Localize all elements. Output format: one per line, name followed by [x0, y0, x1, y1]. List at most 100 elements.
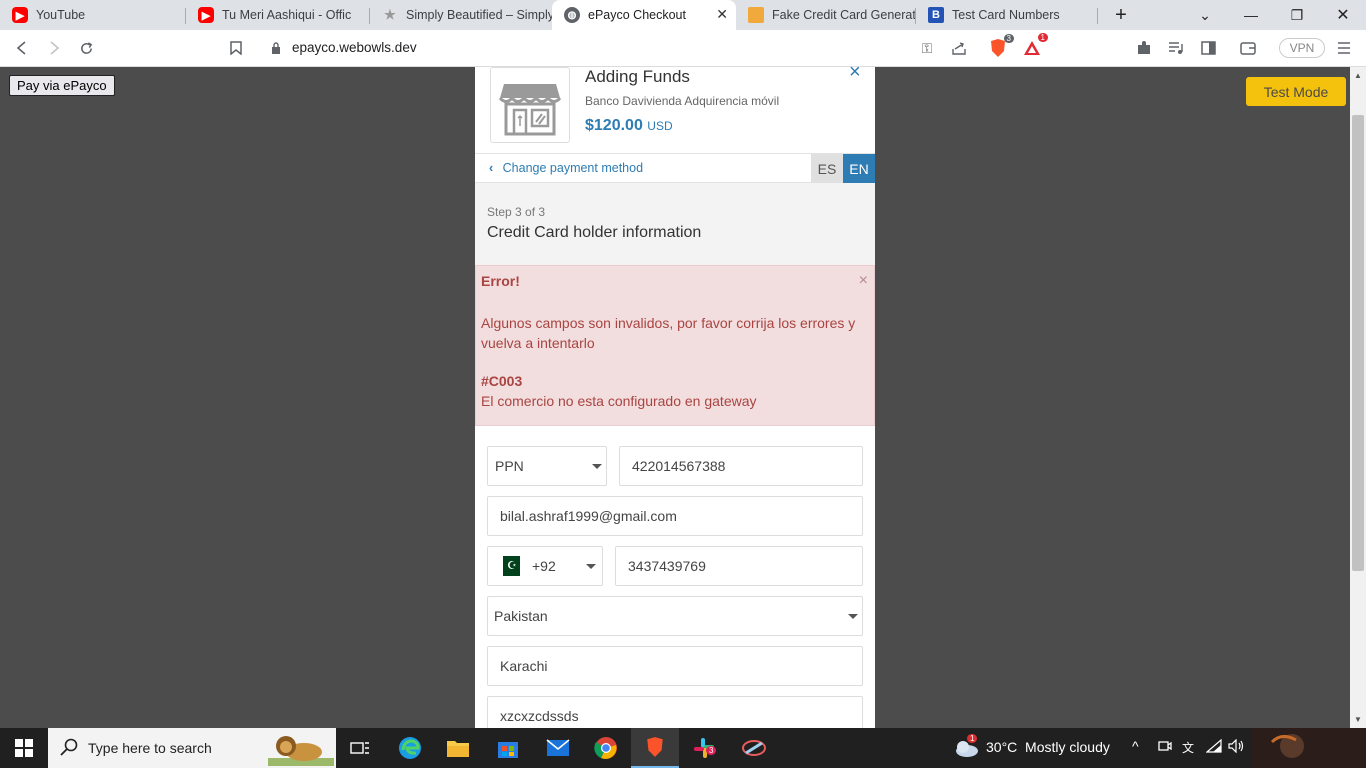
- card-icon: [748, 7, 764, 23]
- step-header: Step 3 of 3 Credit Card holder informati…: [475, 183, 875, 265]
- checkout-title: Adding Funds: [585, 67, 690, 86]
- tab-title: Test Card Numbers: [952, 8, 1060, 22]
- email-input[interactable]: bilal.ashraf1999@gmail.com: [487, 496, 863, 536]
- reload-icon[interactable]: [74, 36, 98, 60]
- wifi-icon[interactable]: [1205, 738, 1222, 758]
- pakistan-flag-icon: ☪: [498, 556, 520, 576]
- country-select[interactable]: Pakistan: [487, 596, 863, 636]
- sidebar-icon[interactable]: [1196, 36, 1220, 60]
- key-icon[interactable]: ⚿: [915, 36, 939, 60]
- document-type-select[interactable]: PPN: [487, 446, 607, 486]
- menu-icon[interactable]: [1332, 36, 1356, 60]
- lock-icon[interactable]: [264, 36, 288, 60]
- phone-code-select[interactable]: ☪ +92: [487, 546, 603, 586]
- checkout-modal: Adding Funds Banco Davivienda Adquirenci…: [475, 67, 875, 728]
- tab-title: ePayco Checkout: [588, 8, 686, 22]
- restore-icon[interactable]: ❐: [1274, 0, 1320, 30]
- forward-icon[interactable]: [42, 36, 66, 60]
- change-payment-method-link[interactable]: ‹ Change payment method: [489, 161, 643, 175]
- payment-nav-row: ‹ Change payment method ES EN: [475, 153, 875, 183]
- tab-fake-credit-card[interactable]: Fake Credit Card Generator: [736, 0, 916, 30]
- star-icon: ★: [384, 7, 396, 22]
- pay-via-epayco-button[interactable]: Pay via ePayco: [9, 75, 115, 96]
- tab-epayco-checkout[interactable]: ◍ ePayco Checkout ✕: [552, 0, 736, 30]
- close-alert-icon[interactable]: ×: [859, 272, 868, 290]
- chevron-up-icon[interactable]: ^: [1132, 738, 1139, 754]
- windows-taskbar: Type here to search 3 1 30°C Mostly clou…: [0, 728, 1366, 768]
- bookmark-icon[interactable]: [224, 36, 248, 60]
- back-icon[interactable]: [10, 36, 34, 60]
- edge-icon[interactable]: [386, 728, 434, 768]
- amount-value: $120.00: [585, 117, 643, 134]
- window-close-icon[interactable]: ✕: [1320, 0, 1366, 30]
- address-input[interactable]: xzcxzcdssds: [487, 696, 863, 728]
- tab-title: Simply Beautified – Simply: [406, 8, 552, 22]
- youtube-icon: ▶: [198, 7, 214, 23]
- address-bar-url[interactable]: epayco.webowls.dev: [292, 40, 417, 55]
- share-icon[interactable]: [947, 36, 971, 60]
- file-explorer-icon[interactable]: [434, 728, 482, 768]
- volume-icon[interactable]: [1228, 738, 1246, 758]
- change-payment-label: Change payment method: [502, 161, 644, 175]
- snipping-tool-icon[interactable]: [730, 728, 778, 768]
- playlist-icon[interactable]: [1164, 36, 1188, 60]
- wallet-icon[interactable]: [1236, 36, 1260, 60]
- task-view-icon[interactable]: [336, 728, 384, 768]
- windows-start-icon[interactable]: [0, 728, 48, 768]
- tab-test-card-numbers[interactable]: B Test Card Numbers: [916, 0, 1098, 30]
- taskbar-search-box[interactable]: Type here to search: [48, 728, 336, 768]
- phone-input[interactable]: 3437439769: [615, 546, 863, 586]
- minimize-icon[interactable]: —: [1228, 0, 1274, 30]
- close-checkout-icon[interactable]: ×: [849, 67, 861, 84]
- tab-youtube[interactable]: ▶ YouTube: [0, 0, 186, 30]
- document-number-input[interactable]: 422014567388: [619, 446, 863, 486]
- store-logo-icon: [490, 67, 570, 143]
- tab-title: Fake Credit Card Generator: [772, 8, 916, 22]
- vpn-label: VPN: [1289, 41, 1315, 55]
- city-input[interactable]: Karachi: [487, 646, 863, 686]
- brave-taskbar-icon[interactable]: [631, 728, 679, 768]
- tab-title: YouTube: [36, 8, 86, 22]
- step-title: Credit Card holder information: [487, 224, 702, 241]
- weather-icon[interactable]: 1: [954, 734, 980, 763]
- vpn-button[interactable]: VPN: [1279, 38, 1325, 58]
- dropdown-caret-icon: [592, 464, 602, 469]
- user-thumbnail[interactable]: [1252, 728, 1366, 768]
- error-heading: Error!: [481, 273, 520, 289]
- search-placeholder: Type here to search: [88, 740, 212, 756]
- brave-rewards-icon[interactable]: 1: [1020, 33, 1048, 60]
- language-ime-icon[interactable]: 文: [1182, 739, 1194, 756]
- country-value: Pakistan: [494, 608, 548, 624]
- mail-icon[interactable]: [534, 728, 582, 768]
- error-detail: El comercio no esta configurado en gatew…: [481, 393, 757, 409]
- tab-search-chevron-icon[interactable]: ⌄: [1182, 0, 1228, 30]
- search-icon: [60, 738, 78, 759]
- chevron-left-icon: ‹: [489, 161, 494, 175]
- scroll-down-icon[interactable]: ▼: [1354, 715, 1362, 724]
- lang-es-button[interactable]: ES: [811, 154, 843, 183]
- weather-text[interactable]: 30°C Mostly cloudy: [986, 739, 1110, 755]
- chrome-icon[interactable]: [582, 728, 630, 768]
- meet-now-icon[interactable]: [1158, 739, 1172, 758]
- microsoft-store-icon[interactable]: [484, 728, 532, 768]
- dropdown-caret-icon: [848, 614, 858, 619]
- merchant-name: Banco Davivienda Adquirencia móvil: [585, 94, 780, 108]
- globe-icon: ◍: [564, 7, 580, 23]
- error-code: #C003: [481, 373, 523, 389]
- close-tab-icon[interactable]: ✕: [716, 6, 728, 23]
- b-icon: B: [928, 7, 944, 23]
- scrollbar-thumb[interactable]: [1352, 115, 1364, 571]
- extensions-icon[interactable]: [1132, 36, 1156, 60]
- lang-en-button[interactable]: EN: [843, 154, 875, 183]
- slack-icon[interactable]: 3: [680, 728, 728, 768]
- tab-tu-meri-aashiqui[interactable]: ▶ Tu Meri Aashiqui - Offic: [186, 0, 370, 30]
- tab-title: Tu Meri Aashiqui - Offic: [222, 8, 352, 22]
- tab-simply-beautified[interactable]: ★ Simply Beautified – Simply: [370, 0, 552, 30]
- document-type-value: PPN: [495, 458, 524, 474]
- scroll-up-icon[interactable]: ▲: [1354, 71, 1362, 80]
- rewards-badge: 1: [1037, 33, 1048, 42]
- brave-shields-icon[interactable]: 3: [986, 34, 1014, 60]
- phone-code-value: +92: [532, 558, 556, 574]
- new-tab-button[interactable]: +: [1098, 0, 1144, 30]
- dropdown-caret-icon: [586, 564, 596, 569]
